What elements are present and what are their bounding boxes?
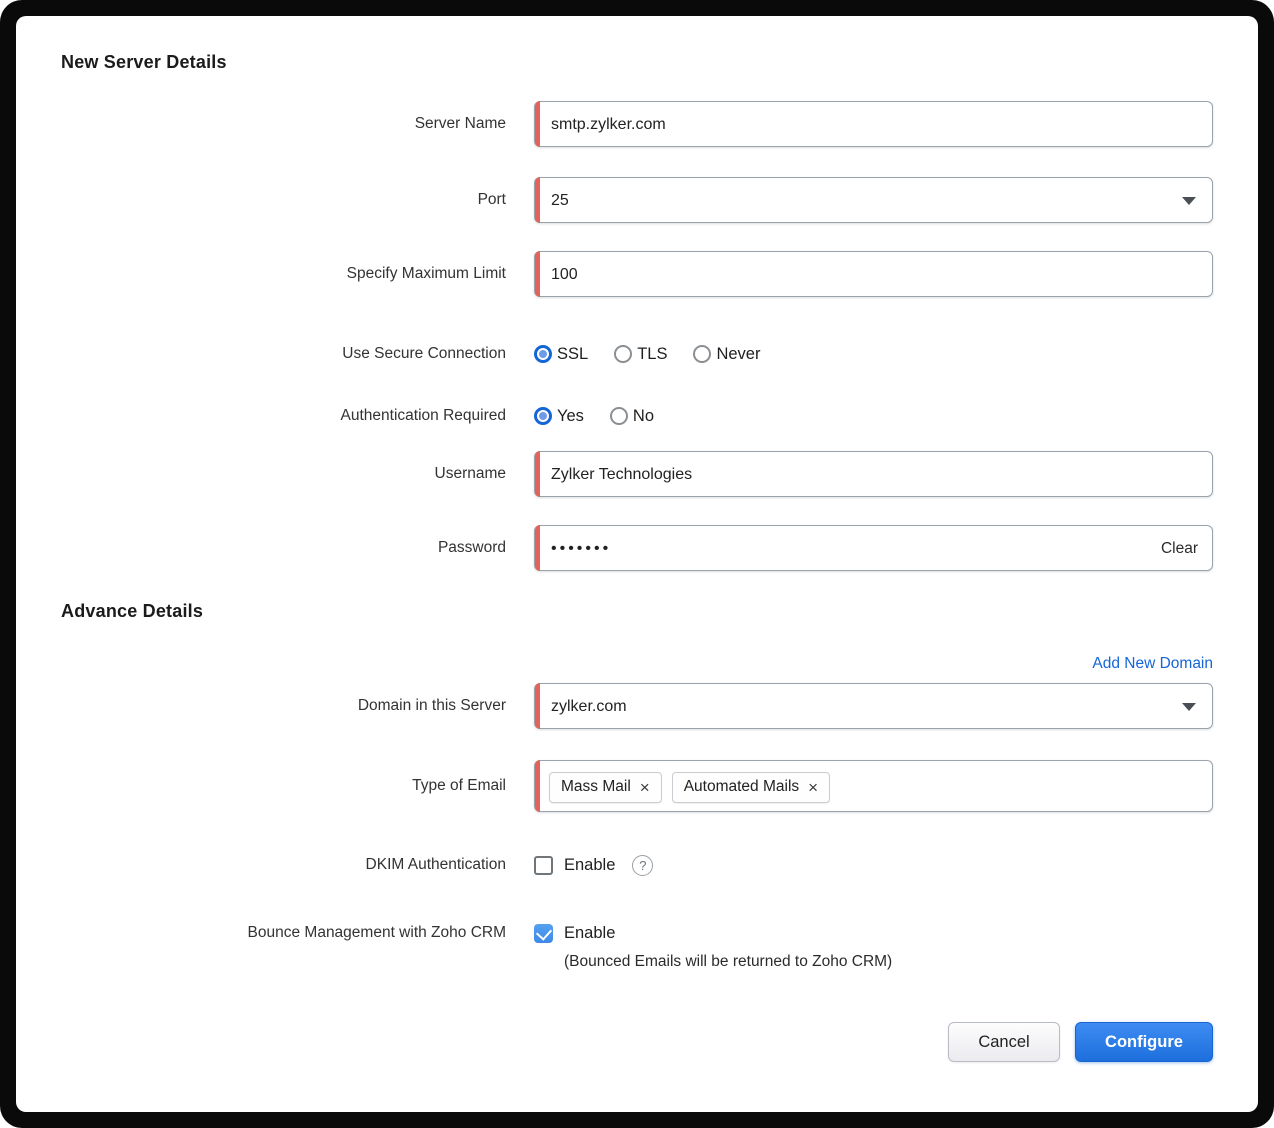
server-name-value: smtp.zylker.com [551, 116, 666, 133]
radio-option-never[interactable]: Never [693, 345, 760, 364]
username-input[interactable]: Zylker Technologies [534, 451, 1213, 497]
port-value: 25 [551, 192, 569, 209]
email-type-label: Type of Email [412, 777, 506, 794]
radio-option-tls[interactable]: TLS [614, 345, 667, 364]
bounce-checkbox-label: Enable [564, 923, 616, 942]
radio-selected-icon[interactable] [534, 345, 552, 363]
password-input[interactable]: ••••••• Clear [534, 525, 1213, 571]
password-label: Password [437, 539, 506, 556]
secure-connection-radio-group: SSL TLS Never [534, 341, 1213, 367]
username-value: Zylker Technologies [551, 466, 693, 483]
chip-remove-icon[interactable]: × [808, 779, 818, 796]
section-title-advance-details: Advance Details [61, 601, 204, 621]
bounce-note: (Bounced Emails will be returned to Zoho… [564, 953, 893, 970]
radio-unselected-icon[interactable] [693, 345, 712, 363]
port-label: Port [477, 191, 506, 208]
window-frame: New Server Details Server Name smtp.zylk… [0, 0, 1274, 1128]
max-limit-value: 100 [551, 266, 578, 283]
radio-option-yes[interactable]: Yes [534, 407, 584, 426]
bounce-enable-line: Enable [534, 920, 1213, 946]
radio-option-no[interactable]: No [609, 406, 655, 426]
help-icon[interactable]: ? [632, 854, 654, 876]
bounce-checkbox-checked[interactable] [534, 923, 553, 943]
chip-remove-icon[interactable]: × [640, 779, 650, 796]
username-label: Username [434, 465, 507, 482]
bounce-label: Bounce Management with Zoho CRM [247, 924, 506, 941]
chevron-down-icon[interactable] [1182, 703, 1196, 711]
max-limit-label: Specify Maximum Limit [346, 265, 506, 282]
cancel-button[interactable]: Cancel [948, 1022, 1060, 1062]
chip-mass-mail: Mass Mail × [549, 771, 662, 803]
radio-unselected-icon[interactable] [609, 407, 628, 425]
configure-button[interactable]: Configure [1075, 1022, 1213, 1062]
domain-dropdown[interactable]: zylker.com [534, 683, 1213, 729]
auth-required-radio-group: Yes No [534, 403, 1213, 429]
password-clear-button[interactable]: Clear [1161, 526, 1198, 572]
domain-value: zylker.com [551, 698, 627, 715]
add-domain-row: Add New Domain [61, 655, 1213, 673]
dkim-enable-line: Enable ? [534, 852, 1213, 878]
server-name-input[interactable]: smtp.zylker.com [534, 101, 1213, 147]
section-title-new-server-details: New Server Details [61, 52, 227, 72]
radio-selected-icon[interactable] [534, 407, 552, 425]
radio-label-ssl: SSL [557, 344, 589, 363]
radio-label-yes: Yes [557, 406, 584, 425]
dkim-label: DKIM Authentication [365, 856, 506, 873]
add-new-domain-link[interactable]: Add New Domain [1092, 655, 1213, 672]
chip-automated-mails: Automated Mails × [671, 771, 831, 803]
email-type-chips: Mass Mail × Automated Mails × [549, 761, 831, 813]
server-name-label: Server Name [414, 115, 506, 132]
chip-label: Automated Mails [683, 778, 800, 795]
password-masked-value: ••••••• [551, 540, 612, 557]
radio-label-no: No [632, 406, 655, 425]
radio-label-never: Never [716, 344, 761, 363]
port-dropdown[interactable]: 25 [534, 177, 1213, 223]
dialog-action-buttons: Cancel Configure [948, 1022, 1213, 1062]
auth-required-label: Authentication Required [340, 407, 506, 424]
radio-label-tls: TLS [637, 344, 668, 363]
max-limit-input[interactable]: 100 [534, 251, 1213, 297]
server-details-dialog: New Server Details Server Name smtp.zylk… [16, 16, 1258, 1112]
dkim-checkbox-unchecked[interactable] [534, 855, 553, 875]
dkim-checkbox-label: Enable [564, 855, 616, 874]
chevron-down-icon[interactable] [1182, 197, 1196, 205]
radio-option-ssl[interactable]: SSL [534, 345, 588, 364]
secure-connection-label: Use Secure Connection [342, 345, 506, 362]
email-type-input[interactable]: Mass Mail × Automated Mails × [534, 760, 1213, 812]
radio-unselected-icon[interactable] [614, 345, 633, 363]
domain-label: Domain in this Server [357, 697, 506, 714]
chip-label: Mass Mail [561, 778, 631, 795]
